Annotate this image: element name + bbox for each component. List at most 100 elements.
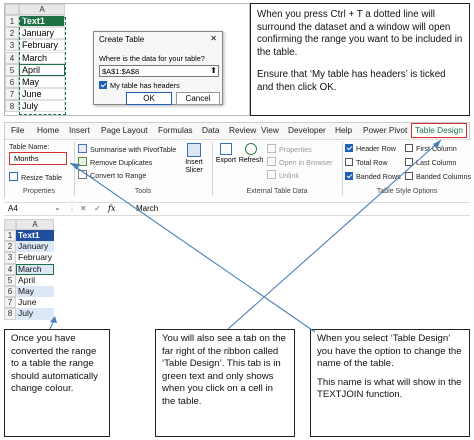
create-table-dialog: Create Table ✕ Where is the data for you…	[93, 31, 223, 105]
unlink-icon	[267, 170, 276, 179]
formula-content[interactable]: March	[136, 204, 158, 213]
range-input[interactable]: $A$1:$A$8 ⬆	[99, 65, 219, 77]
header-row-label: Header Row	[356, 144, 396, 153]
tab-file[interactable]: File	[11, 123, 24, 138]
table-cell[interactable]: April	[16, 274, 54, 286]
tab-help[interactable]: Help	[335, 123, 352, 138]
unlink-button[interactable]: Unlink	[267, 170, 299, 180]
open-in-browser-button[interactable]: Open in Browser	[267, 157, 333, 167]
header-row-option[interactable]: Header Row	[345, 144, 396, 153]
table-cell[interactable]: February	[16, 252, 54, 264]
last-column-option[interactable]: Last Column	[405, 158, 456, 167]
row-number[interactable]: 1	[5, 15, 19, 27]
cancel-button[interactable]: Cancel	[176, 92, 220, 105]
corner-cell[interactable]	[5, 4, 19, 15]
row-number[interactable]: 6	[5, 75, 19, 88]
insert-slicer-label: Insert Slicer	[185, 159, 203, 174]
open-browser-label: Open in Browser	[279, 158, 333, 167]
table-row: 8 July	[4, 308, 54, 320]
callout-table-name: When you select ‘Table Design’ you have …	[310, 329, 470, 437]
style-options-group-label: Table Style Options	[376, 188, 438, 195]
first-column-option[interactable]: First Column	[405, 144, 457, 153]
ok-button[interactable]: OK	[126, 92, 172, 105]
table-cell[interactable]: March	[16, 263, 54, 275]
row-number[interactable]: 5	[5, 63, 19, 76]
table-row: 6 May	[4, 285, 54, 298]
last-column-checkbox[interactable]	[405, 158, 413, 166]
name-box-dropdown-icon[interactable]: ⌄	[54, 203, 61, 212]
tab-review[interactable]: Review	[229, 123, 256, 138]
export-icon	[220, 143, 232, 155]
row-number[interactable]: 6	[4, 285, 16, 298]
column-header-a[interactable]: A	[19, 4, 65, 15]
tab-page-layout[interactable]: Page Layout	[101, 123, 148, 138]
summarise-pivottable-button[interactable]: Summarise with PivotTable	[78, 144, 176, 154]
row-number[interactable]: 7	[5, 88, 19, 101]
callout-table-design-text: You will also see a tab on the far right…	[162, 333, 286, 407]
fx-label[interactable]: fx	[108, 204, 115, 213]
total-row-option[interactable]: Total Row	[345, 158, 388, 167]
confirm-entry-icon[interactable]: ✓	[94, 204, 101, 213]
bottom-sheet: A 1 Text1 2 January 3 February 4 March 5 April 6 Ma…	[4, 219, 64, 325]
resize-table-label: Resize Table	[21, 173, 63, 182]
marching-ants-selection	[19, 17, 66, 115]
tab-home[interactable]: Home	[37, 123, 59, 138]
tab-table-design[interactable]: Table Design	[411, 123, 467, 138]
banded-rows-option[interactable]: Banded Rows	[345, 172, 401, 181]
row-number[interactable]: 1	[4, 230, 16, 242]
collapse-dialog-icon[interactable]: ⬆	[210, 66, 217, 75]
table-name-input[interactable]: Months	[9, 152, 67, 165]
export-button[interactable]: Export	[215, 143, 237, 164]
callout-colour-change-text: Once you have converted the range to a t…	[11, 333, 98, 395]
callout-table-name-text-1: When you select ‘Table Design’ you have …	[317, 333, 462, 370]
header-row-checkbox[interactable]	[345, 144, 353, 152]
column-header-a[interactable]: A	[16, 219, 54, 230]
headers-checkbox[interactable]	[99, 81, 107, 89]
banded-rows-checkbox[interactable]	[345, 172, 353, 180]
total-row-checkbox[interactable]	[345, 158, 353, 166]
remove-duplicates-button[interactable]: Remove Duplicates	[78, 157, 152, 167]
summarise-label: Summarise with PivotTable	[90, 145, 177, 154]
properties-label: Properties	[279, 145, 312, 154]
insert-slicer-button[interactable]: Insert Slicer	[181, 143, 207, 183]
tab-insert[interactable]: Insert	[69, 123, 90, 138]
row-number[interactable]: 3	[5, 39, 19, 52]
row-number[interactable]: 4	[5, 51, 19, 64]
table-cell[interactable]: July	[16, 308, 54, 320]
row-number[interactable]: 7	[4, 297, 16, 309]
convert-to-range-button[interactable]: Convert to Range	[78, 170, 146, 180]
tab-power-pivot[interactable]: Power Pivot	[363, 123, 407, 138]
row-number[interactable]: 4	[4, 263, 16, 275]
first-column-checkbox[interactable]	[405, 144, 413, 152]
refresh-icon	[245, 143, 257, 155]
dialog-close-icon[interactable]: ✕	[210, 34, 217, 43]
table-cell[interactable]: Text1	[16, 230, 54, 242]
row-number[interactable]: 8	[4, 308, 16, 320]
row-number[interactable]: 2	[5, 27, 19, 40]
tab-developer[interactable]: Developer	[288, 123, 326, 138]
row-number[interactable]: 5	[4, 274, 16, 286]
table-cell[interactable]: May	[16, 285, 54, 298]
tab-data[interactable]: Data	[202, 123, 220, 138]
row-number[interactable]: 8	[5, 100, 19, 113]
table-row: 1 Text1	[4, 230, 54, 242]
cancel-entry-icon[interactable]: ✕	[80, 204, 87, 213]
corner-cell[interactable]	[4, 219, 16, 230]
refresh-button[interactable]: Refresh	[238, 143, 264, 164]
headers-checkbox-row[interactable]: My table has headers	[99, 81, 180, 90]
banded-columns-checkbox[interactable]	[405, 172, 413, 180]
remove-duplicates-icon	[78, 157, 87, 166]
tab-formulas[interactable]: Formulas	[158, 123, 193, 138]
table-row: 3 February	[4, 252, 54, 264]
name-box[interactable]: A4	[8, 204, 18, 213]
row-number[interactable]: 2	[4, 241, 16, 253]
tab-view[interactable]: View	[261, 123, 279, 138]
banded-columns-option[interactable]: Banded Columns	[405, 172, 471, 181]
unlink-label: Unlink	[279, 171, 299, 180]
table-cell[interactable]: June	[16, 297, 54, 309]
properties-button[interactable]: Properties	[267, 144, 312, 154]
row-number[interactable]: 3	[4, 252, 16, 264]
table-cell[interactable]: January	[16, 241, 54, 253]
callout-ctrl-t-text-1: When you press Ctrl + T a dotted line wi…	[257, 9, 463, 58]
resize-table-button[interactable]: Resize Table	[9, 172, 62, 182]
